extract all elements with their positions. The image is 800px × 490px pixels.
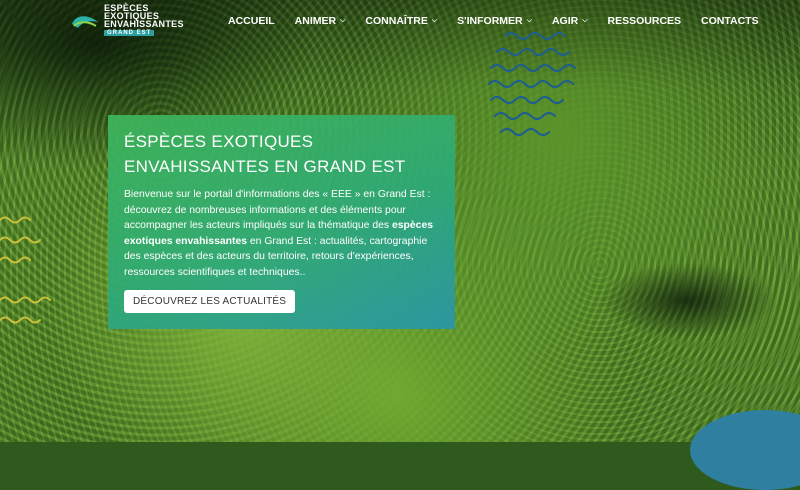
logo-text: ESPÈCES EXOTIQUES ENVAHISSANTES: [104, 3, 184, 29]
hero-title-line-2: ENVAHISSANTES EN GRAND EST: [124, 157, 406, 176]
nav-label: ACCUEIL: [228, 15, 275, 27]
nav-item-sinformer[interactable]: S'INFORMER ⌵: [457, 15, 532, 27]
nav-label: RESSOURCES: [607, 15, 682, 27]
chevron-down-icon: ⌵: [526, 17, 532, 24]
nav-item-connaitre[interactable]: CONNAÎTRE ⌵: [365, 15, 437, 27]
discover-news-button[interactable]: DÉCOUVREZ LES ACTUALITÉS: [124, 290, 296, 313]
wave-decoration: [487, 31, 577, 137]
wave-decoration-left: [0, 216, 51, 324]
nav-label: ANIMER: [294, 15, 337, 27]
site-logo[interactable]: ESPÈCES EXOTIQUES ENVAHISSANTES GRAND ES…: [70, 4, 183, 40]
chevron-down-icon: ⌵: [582, 17, 588, 24]
hero-description: Bienvenue sur le portail d'informations …: [124, 187, 439, 280]
nav-item-animer[interactable]: ANIMER ⌵: [295, 15, 346, 27]
nav-item-ressources[interactable]: RESSOURCES: [608, 15, 682, 27]
nav-label: AGIR: [551, 15, 579, 27]
hero-card: ÉSPÈCES EXOTIQUES ENVAHISSANTES EN GRAND…: [108, 115, 455, 329]
hero-title: ÉSPÈCES EXOTIQUES ENVAHISSANTES EN GRAND…: [124, 129, 439, 179]
chevron-down-icon: ⌵: [431, 17, 438, 24]
main-navigation: ACCUEIL ANIMER ⌵ CONNAÎTRE ⌵ S'INFORMER ⌵ A…: [228, 15, 779, 27]
nav-label: S'INFORMER: [457, 15, 523, 27]
nav-item-accueil[interactable]: ACCUEIL: [228, 15, 275, 27]
nav-label: CONNAÎTRE: [365, 15, 428, 27]
nav-item-agir[interactable]: AGIR ⌵: [552, 15, 588, 27]
hero-title-line-1: ÉSPÈCES EXOTIQUES: [124, 132, 314, 151]
chevron-down-icon: ⌵: [340, 17, 346, 24]
logo-icon: [72, 16, 98, 28]
nav-item-contacts[interactable]: CONTACTS: [701, 15, 759, 27]
logo-subtitle: GRAND EST: [104, 30, 155, 36]
nav-label: CONTACTS: [701, 15, 759, 27]
hero-text-part: Bienvenue sur le portail d'informations …: [124, 189, 431, 231]
